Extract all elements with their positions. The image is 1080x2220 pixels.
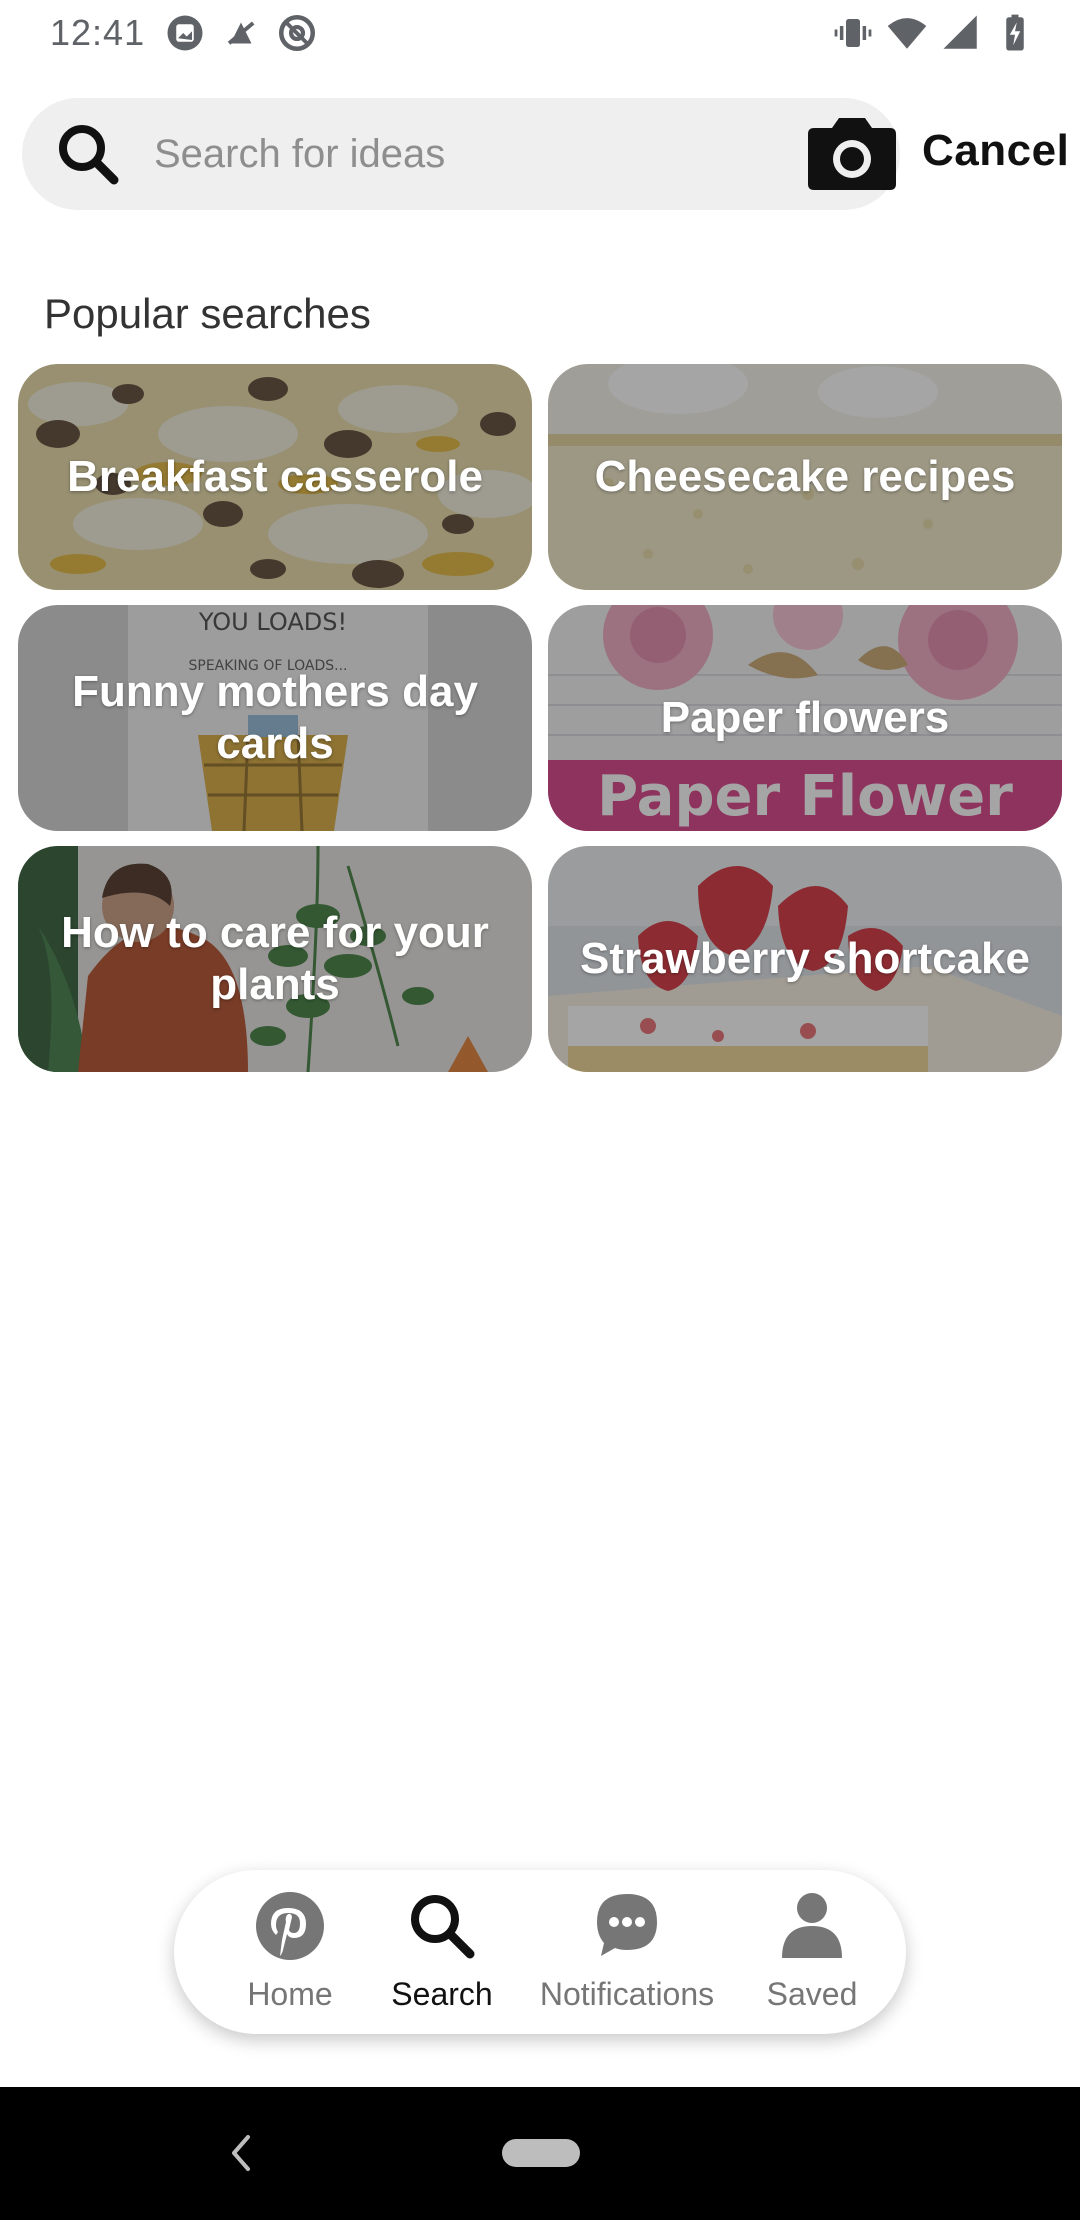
search-icon	[411, 1895, 475, 1959]
search-icon	[59, 125, 119, 185]
nav-label-home: Home	[247, 1976, 333, 2012]
chat-bubble-icon	[597, 1894, 657, 1956]
home-pill-button[interactable]	[502, 2139, 580, 2167]
nav-label-search: Search	[391, 1976, 493, 2012]
tile-label: Funny mothers day cards	[72, 667, 478, 768]
nav-item-home[interactable]: Home	[200, 1888, 380, 2018]
popular-search-tile[interactable]: Paper Flower Paper flowers	[548, 605, 1062, 831]
tile-label: Breakfast casserole	[67, 452, 483, 501]
popular-searches-title: Popular searches	[44, 290, 371, 337]
tile-label: Cheesecake recipes	[594, 452, 1016, 501]
status-bar: 12:41	[0, 0, 1080, 66]
tile-label: Paper flowers	[660, 693, 950, 742]
popular-search-tile[interactable]: Strawberry shortcake	[548, 846, 1062, 1072]
popular-search-tile[interactable]: How to care for your plants	[18, 846, 532, 1072]
nav-item-saved[interactable]: Saved	[742, 1888, 882, 2018]
nav-item-notifications[interactable]: Notifications	[522, 1888, 732, 2018]
at-sign-icon	[278, 14, 316, 52]
bottom-navigation-bar: Home Search Notifications Saved	[174, 1870, 906, 2034]
tile-label: Strawberry shortcake	[580, 934, 1030, 983]
battery-charging-icon	[1006, 14, 1024, 51]
camera-icon[interactable]	[800, 114, 904, 194]
image-icon	[167, 15, 203, 51]
vibrate-icon	[834, 19, 872, 47]
nav-item-search[interactable]: Search	[372, 1888, 512, 2018]
status-time: 12:41	[50, 12, 146, 53]
popular-search-tile[interactable]: Breakfast casserole	[18, 364, 532, 590]
search-bar[interactable]	[22, 98, 900, 210]
person-icon	[782, 1893, 842, 1958]
nav-label-notifications: Notifications	[539, 1976, 715, 2012]
status-system-icons	[832, 12, 1036, 54]
status-notification-icons	[164, 12, 318, 54]
cancel-button[interactable]: Cancel	[922, 126, 1069, 176]
search-input[interactable]	[154, 124, 794, 184]
system-navigation-bar	[0, 2087, 1080, 2220]
no-wifi-icon	[227, 21, 255, 45]
popular-search-tile[interactable]: Cheesecake recipes	[548, 364, 1062, 590]
nav-label-saved: Saved	[766, 1976, 858, 2012]
wifi-icon	[887, 18, 927, 49]
signal-icon	[943, 15, 977, 49]
pinterest-icon	[256, 1892, 324, 1960]
back-icon[interactable]	[224, 2125, 256, 2181]
tile-label: How to care for your plants	[61, 908, 489, 1009]
popular-search-tile[interactable]: YOU LOADS! SPEAKING OF LOADS... Funny mo…	[18, 605, 532, 831]
